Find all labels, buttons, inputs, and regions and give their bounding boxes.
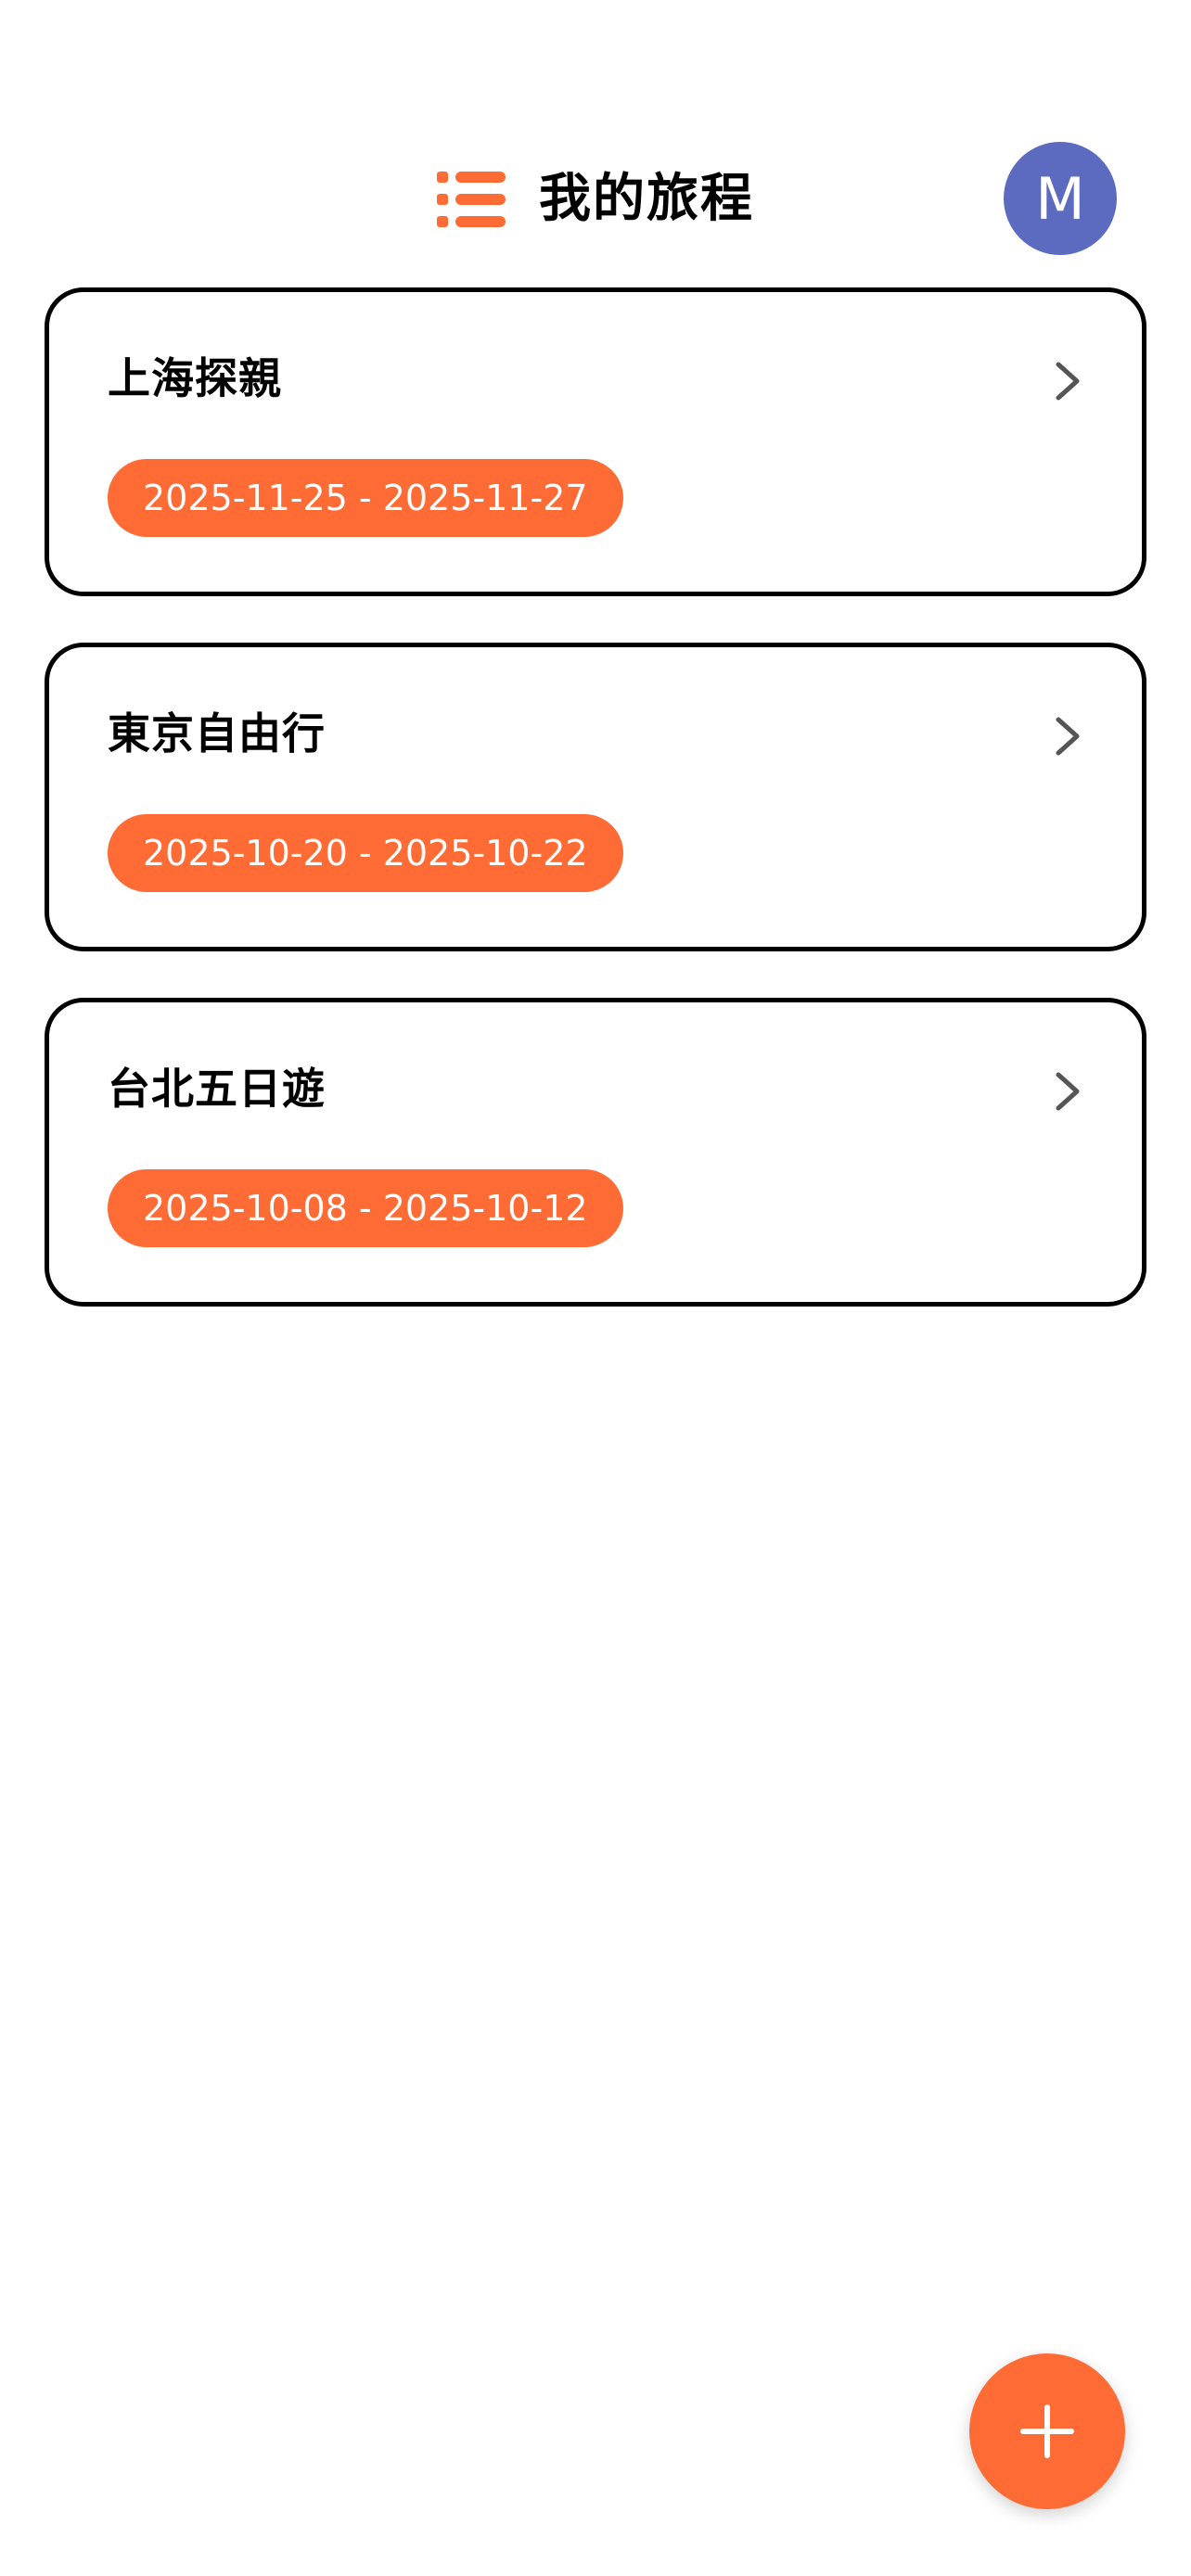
chevron-right-icon <box>1056 362 1080 401</box>
user-avatar[interactable]: M <box>1004 142 1117 255</box>
trip-date-badge: 2025-11-25 - 2025-11-27 <box>108 459 623 537</box>
trip-date-badge: 2025-10-20 - 2025-10-22 <box>108 814 623 892</box>
app-header: 我的旅程 M <box>0 139 1191 260</box>
trip-card[interactable]: 東京自由行 2025-10-20 - 2025-10-22 <box>45 643 1146 951</box>
trip-card[interactable]: 上海探親 2025-11-25 - 2025-11-27 <box>45 287 1146 596</box>
list-icon <box>437 172 506 227</box>
chevron-right-icon <box>1056 1072 1080 1111</box>
add-trip-button[interactable] <box>969 2353 1125 2509</box>
trip-card[interactable]: 台北五日遊 2025-10-08 - 2025-10-12 <box>45 998 1146 1307</box>
page-title: 我的旅程 <box>539 169 754 229</box>
plus-icon <box>1020 2404 1074 2458</box>
trip-list: 上海探親 2025-11-25 - 2025-11-27 東京自由行 2025-… <box>45 287 1146 1307</box>
trip-date-badge: 2025-10-08 - 2025-10-12 <box>108 1169 623 1247</box>
trip-title: 台北五日遊 <box>108 1064 326 1114</box>
trip-title: 上海探親 <box>108 353 282 403</box>
trip-title: 東京自由行 <box>108 708 326 759</box>
chevron-right-icon <box>1056 717 1080 756</box>
